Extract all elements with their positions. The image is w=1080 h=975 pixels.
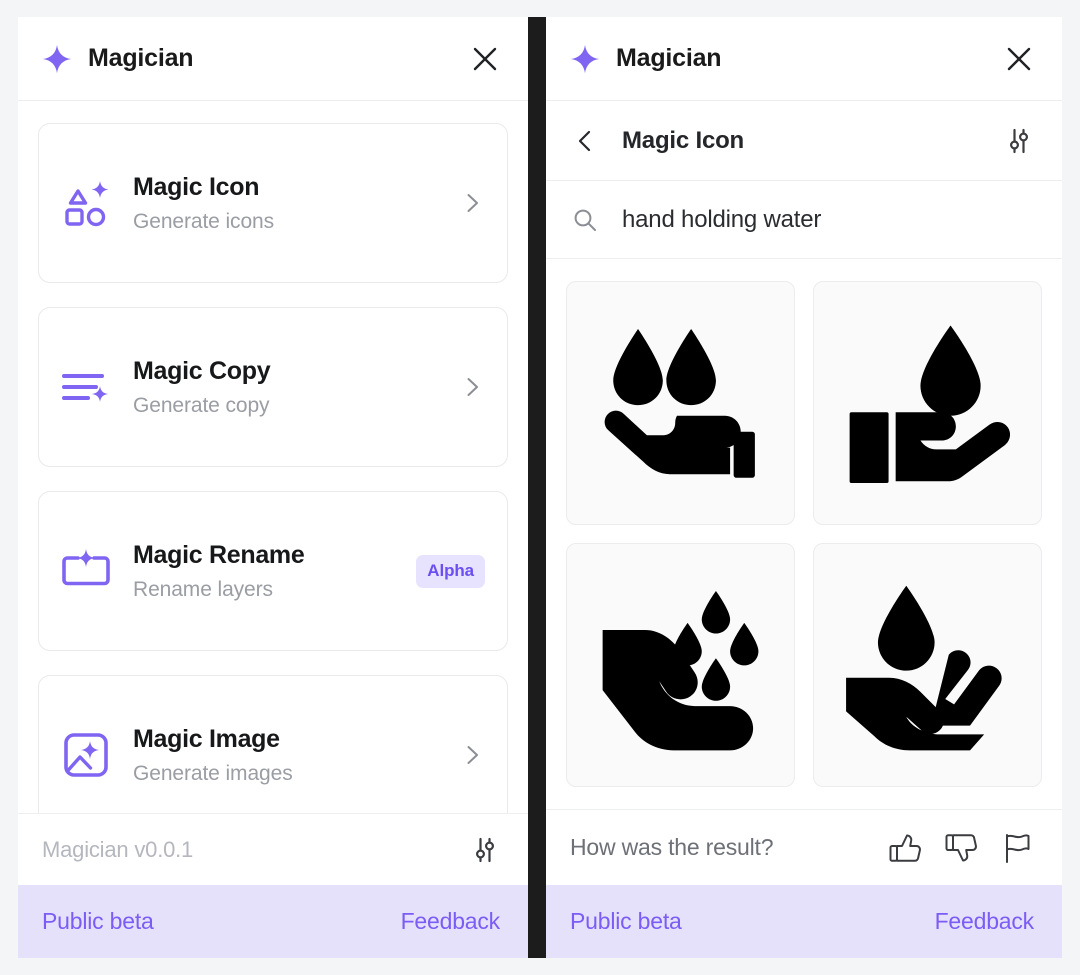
rating-question: How was the result? bbox=[570, 834, 774, 860]
public-beta-label: Public beta bbox=[570, 908, 682, 934]
chevron-right-icon bbox=[459, 742, 485, 768]
left-panel-header: Magician bbox=[18, 17, 528, 101]
feature-card-title: Magic Icon bbox=[133, 172, 260, 201]
chevron-right-icon bbox=[459, 374, 485, 400]
chevron-left-icon[interactable] bbox=[570, 126, 600, 156]
feature-card-subtitle: Rename layers bbox=[133, 578, 273, 602]
shapes-sparkle-icon bbox=[57, 174, 115, 232]
app-title: Magician bbox=[88, 44, 194, 72]
thumbs-up-icon[interactable] bbox=[882, 825, 928, 871]
right-panel-header: Magician bbox=[546, 17, 1062, 101]
feature-card-text: Magic Icon Generate icons bbox=[133, 172, 449, 234]
public-beta-label: Public beta bbox=[42, 908, 154, 934]
result-rating-bar: How was the result? bbox=[546, 809, 1062, 885]
feature-card-subtitle: Generate copy bbox=[133, 394, 270, 418]
app-title: Magician bbox=[616, 44, 722, 72]
feature-card-list: Magic Icon Generate icons Magic Copy Gen… bbox=[18, 101, 528, 813]
feature-card-magic-rename[interactable]: Magic Rename Rename layers Alpha bbox=[38, 491, 508, 651]
sparkle-icon bbox=[570, 44, 600, 74]
result-cell-two-drops-over-open-hand[interactable] bbox=[566, 281, 795, 525]
chevron-right-icon bbox=[459, 190, 485, 216]
drop-over-cupped-hand-icon bbox=[846, 585, 1002, 750]
search-bar[interactable] bbox=[546, 181, 1062, 259]
version-label: Magician v0.0.1 bbox=[42, 836, 194, 862]
result-cell-drop-over-flat-hand[interactable] bbox=[813, 281, 1042, 525]
flag-icon[interactable] bbox=[994, 825, 1040, 871]
text-lines-sparkle-icon bbox=[57, 358, 115, 416]
feedback-link[interactable]: Feedback bbox=[401, 908, 501, 935]
rename-box-sparkle-icon bbox=[57, 542, 115, 600]
feature-card-magic-icon[interactable]: Magic Icon Generate icons bbox=[38, 123, 508, 283]
image-sparkle-icon bbox=[57, 726, 115, 784]
feature-card-text: Magic Copy Generate copy bbox=[133, 356, 449, 418]
drop-over-flat-hand-icon bbox=[849, 325, 1011, 483]
feature-card-title: Magic Rename bbox=[133, 540, 305, 569]
result-cell-drop-over-cupped-hand[interactable] bbox=[813, 543, 1042, 787]
search-input[interactable] bbox=[622, 205, 1038, 234]
panel-divider bbox=[528, 17, 546, 958]
left-beta-bar: Public beta Feedback bbox=[18, 885, 528, 958]
feedback-link[interactable]: Feedback bbox=[935, 908, 1035, 935]
feature-card-subtitle: Generate images bbox=[133, 762, 293, 786]
right-beta-bar: Public beta Feedback bbox=[546, 885, 1062, 958]
breadcrumb-nav: Magic Icon bbox=[546, 101, 1062, 181]
feature-card-text: Magic Image Generate images bbox=[133, 724, 449, 786]
magician-home-panel: Magician Magic Icon Generate icons Magic… bbox=[18, 17, 528, 958]
search-icon bbox=[570, 205, 600, 235]
sparkle-icon bbox=[42, 44, 72, 74]
close-icon[interactable] bbox=[1002, 42, 1036, 76]
icon-results-grid bbox=[546, 259, 1062, 809]
feature-card-title: Magic Image bbox=[133, 724, 280, 753]
feature-card-magic-copy[interactable]: Magic Copy Generate copy bbox=[38, 307, 508, 467]
magic-icon-results-panel: Magician Magic Icon hand holding water H… bbox=[546, 17, 1062, 958]
sliders-icon[interactable] bbox=[468, 833, 502, 867]
app-root: Magician Magic Icon Generate icons Magic… bbox=[0, 0, 1080, 975]
feature-card-magic-image[interactable]: Magic Image Generate images bbox=[38, 675, 508, 813]
feature-card-title: Magic Copy bbox=[133, 356, 271, 385]
result-cell-hand-under-falling-drops[interactable] bbox=[566, 543, 795, 787]
status-badge-alpha: Alpha bbox=[416, 554, 485, 588]
two-drops-over-open-hand-icon bbox=[604, 328, 755, 478]
close-icon[interactable] bbox=[468, 42, 502, 76]
feature-card-text: Magic Rename Rename layers bbox=[133, 540, 408, 602]
version-bar: Magician v0.0.1 bbox=[18, 813, 528, 885]
sliders-icon[interactable] bbox=[1002, 124, 1036, 158]
page-title: Magic Icon bbox=[622, 126, 745, 154]
hand-under-falling-drops-icon bbox=[602, 590, 759, 750]
feature-card-subtitle: Generate icons bbox=[133, 210, 275, 234]
thumbs-down-icon[interactable] bbox=[938, 825, 984, 871]
